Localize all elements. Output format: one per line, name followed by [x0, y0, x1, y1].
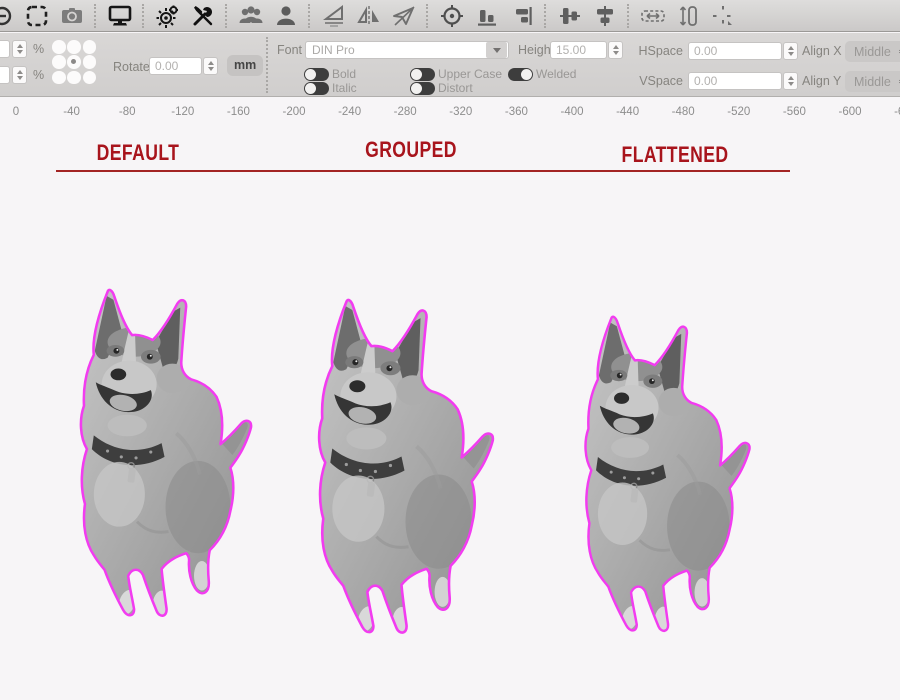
height-label: Height	[518, 43, 554, 57]
height-pct-input[interactable]	[0, 66, 10, 84]
anchor-center-selected[interactable]	[67, 55, 81, 69]
bold-label: Bold	[332, 67, 356, 81]
hspace-spinner[interactable]	[783, 42, 798, 60]
flip-horizontal-icon[interactable]	[356, 3, 382, 29]
welded-label: Welded	[536, 67, 576, 81]
toolbar-separator	[225, 4, 229, 28]
marquee-select-icon[interactable]	[24, 3, 50, 29]
italic-label: Italic	[332, 81, 357, 95]
panel-separator	[266, 37, 268, 93]
dog-object-grouped[interactable]	[315, 296, 498, 637]
main-toolbar	[0, 0, 900, 32]
hspace-input[interactable]	[688, 42, 782, 60]
upper-case-toggle[interactable]	[410, 68, 435, 81]
monitor-icon[interactable]	[107, 3, 133, 29]
width-unit-label: %	[33, 42, 44, 56]
font-label: Font	[277, 43, 302, 57]
anchor-bottom-left[interactable]	[52, 71, 66, 85]
group-users-icon[interactable]	[238, 3, 264, 29]
canvas-label-default: DEFAULT	[97, 140, 180, 166]
resize-height-icon[interactable]	[675, 3, 701, 29]
canvas-label-grouped: GROUPED	[365, 137, 457, 163]
chevron-down-icon[interactable]	[486, 42, 507, 58]
anchor-bottom-center[interactable]	[67, 71, 81, 85]
settings-gears-icon[interactable]	[155, 3, 181, 29]
toggle-knob	[305, 69, 316, 80]
dog-object-default[interactable]	[77, 286, 256, 620]
height-pct-spinner[interactable]	[12, 66, 27, 84]
width-spinner[interactable]	[12, 40, 27, 58]
zoom-out-icon[interactable]	[0, 3, 15, 29]
anchor-bottom-right[interactable]	[83, 71, 97, 85]
toolbar-separator	[426, 4, 430, 28]
align-x-value: Middle	[854, 45, 891, 59]
align-y-value: Middle	[854, 75, 891, 89]
align-right-icon[interactable]	[509, 3, 535, 29]
camera-icon[interactable]	[59, 3, 85, 29]
welded-toggle[interactable]	[508, 68, 533, 81]
align-x-label: Align X	[802, 44, 842, 58]
toolbar-separator	[544, 4, 548, 28]
target-icon[interactable]	[439, 3, 465, 29]
toggle-knob	[305, 83, 316, 94]
resize-width-icon[interactable]	[640, 3, 666, 29]
align-bottom-icon[interactable]	[474, 3, 500, 29]
height-unit-label: %	[33, 68, 44, 82]
tools-icon[interactable]	[190, 3, 216, 29]
send-plane-icon[interactable]	[391, 3, 417, 29]
hspace-label: HSpace	[635, 44, 683, 58]
anchor-top-right[interactable]	[83, 40, 97, 54]
distort-label: Distort	[438, 81, 473, 95]
toolbar-separator	[94, 4, 98, 28]
font-combobox[interactable]: DIN Pro	[305, 41, 509, 59]
app-window: { "toolbar": { "icons": [ "zoom-out-icon…	[0, 0, 900, 700]
bold-toggle[interactable]	[304, 68, 329, 81]
italic-toggle[interactable]	[304, 82, 329, 95]
toggle-knob	[411, 69, 422, 80]
height-input[interactable]	[550, 41, 607, 59]
canvas[interactable]: DEFAULT GROUPED FLATTENED	[0, 98, 900, 700]
vspace-label: VSpace	[635, 74, 683, 88]
anchor-point-grid[interactable]	[52, 40, 96, 84]
canvas-label-flattened: FLATTENED	[622, 142, 729, 168]
user-icon[interactable]	[273, 3, 299, 29]
vspace-input[interactable]	[688, 72, 782, 90]
align-center-v-icon[interactable]	[592, 3, 618, 29]
width-input[interactable]	[0, 40, 10, 58]
toolbar-separator	[142, 4, 146, 28]
anchor-middle-left[interactable]	[52, 55, 66, 69]
align-y-label: Align Y	[802, 74, 841, 88]
height-spinner[interactable]	[608, 41, 623, 59]
toggle-knob	[411, 83, 422, 94]
dog-object-flattened[interactable]	[582, 313, 754, 635]
distort-toggle[interactable]	[410, 82, 435, 95]
vspace-spinner[interactable]	[783, 72, 798, 90]
red-divider-line	[56, 170, 790, 172]
rotate-label: Rotate	[113, 60, 150, 74]
set-square-icon[interactable]	[321, 3, 347, 29]
move-position-icon[interactable]	[710, 3, 736, 29]
properties-toolbar: % % Rotate mm Font DIN Pro Height Bold I…	[0, 33, 900, 97]
toggle-knob	[521, 69, 532, 80]
align-y-select[interactable]: Middle	[845, 71, 900, 92]
toolbar-separator	[627, 4, 631, 28]
align-center-h-icon[interactable]	[557, 3, 583, 29]
units-button[interactable]: mm	[227, 55, 263, 76]
anchor-top-left[interactable]	[52, 40, 66, 54]
anchor-middle-right[interactable]	[83, 55, 97, 69]
rotate-input[interactable]	[149, 57, 202, 75]
align-x-select[interactable]: Middle	[845, 41, 900, 62]
font-value: DIN Pro	[306, 43, 486, 57]
rotate-spinner[interactable]	[203, 57, 218, 75]
upper-case-label: Upper Case	[438, 67, 502, 81]
toolbar-separator	[308, 4, 312, 28]
anchor-top-center[interactable]	[67, 40, 81, 54]
